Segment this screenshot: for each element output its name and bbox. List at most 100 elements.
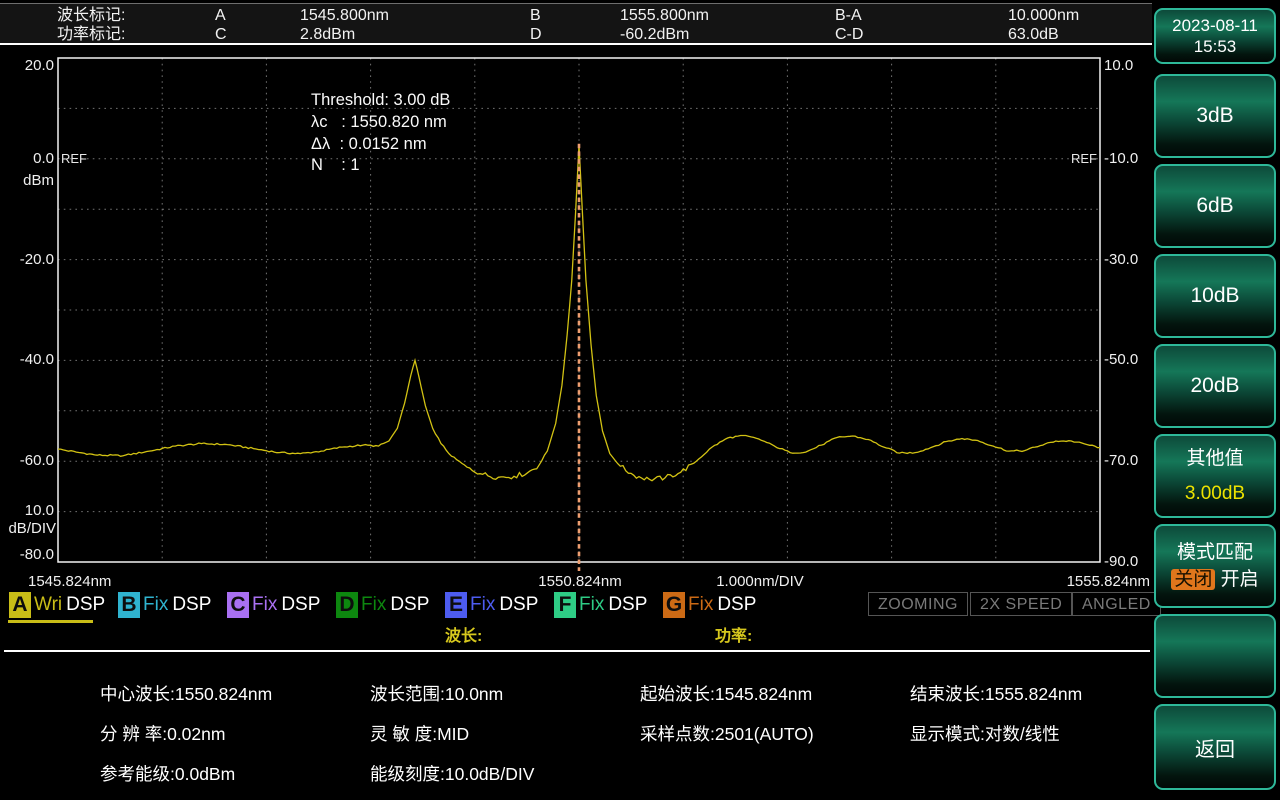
mode-match-on-option[interactable]: 开启 (1221, 569, 1259, 590)
date-text: 2023-08-11 (1172, 15, 1258, 36)
left-tick--20.0: -20.0 (0, 251, 54, 268)
trace-G-mode: Fix (688, 594, 713, 616)
trace-B-mode: Fix (143, 594, 168, 616)
trace-legend-A[interactable]: AWriDSP (9, 592, 105, 618)
trace-B-dsp: DSP (172, 594, 211, 616)
param-sensitivity: 灵 敏 度:MID (370, 724, 469, 745)
spectrum-plot (0, 0, 1152, 592)
datetime-button[interactable]: 2023-08-11 15:53 (1154, 8, 1276, 64)
left-tick--80.0: -80.0 (0, 546, 54, 563)
scale-unit: dB/DIV (0, 520, 56, 537)
left-tick--40.0: -40.0 (0, 351, 54, 368)
param-start-wavelength: 起始波长:1545.824nm (640, 684, 812, 705)
trace-C-mode: Fix (252, 594, 277, 616)
trace-legend-C[interactable]: CFixDSP (227, 592, 320, 618)
button-3db[interactable]: 3dB (1154, 74, 1276, 158)
marker-d-value: -60.2dBm (620, 25, 689, 44)
power-marker-label: 功率标记: (57, 25, 125, 44)
marker-cd-name: C-D (835, 25, 863, 44)
trace-F-mode: Fix (579, 594, 604, 616)
right-tick--90.0: -90.0 (1104, 553, 1156, 570)
trace-E-mode: Fix (470, 594, 495, 616)
section-divider (4, 650, 1150, 652)
trace-legend-B[interactable]: BFixDSP (118, 592, 211, 618)
right-tick--50.0: -50.0 (1104, 351, 1156, 368)
marker-c-name: C (215, 25, 227, 44)
trace-A-dsp: DSP (66, 594, 105, 616)
trace-E-box: E (445, 592, 467, 618)
trace-legend-E[interactable]: EFixDSP (445, 592, 538, 618)
trace-D-box: D (336, 592, 358, 618)
x-axis-end-label: 1555.824nm (1040, 573, 1150, 591)
mode-match-off-option[interactable]: 关闭 (1171, 569, 1215, 590)
mode-match-label: 模式匹配 (1177, 539, 1253, 566)
button-blank[interactable] (1154, 614, 1276, 698)
left-axis-unit: dBm (0, 172, 54, 189)
right-tick--30.0: -30.0 (1104, 251, 1156, 268)
trace-C-dsp: DSP (281, 594, 320, 616)
status-zooming: ZOOMING (868, 592, 968, 616)
ref-marker-left: REF (61, 151, 87, 166)
param-sampling-points: 采样点数:2501(AUTO) (640, 724, 814, 745)
param-level-scale: 能级刻度:10.0dB/DIV (370, 764, 534, 785)
marker-a-value: 1545.800nm (300, 6, 389, 25)
marker-a-name: A (215, 6, 226, 25)
trace-D-dsp: DSP (390, 594, 429, 616)
param-wavelength-span: 波长范围:10.0nm (370, 684, 503, 705)
status-angled: ANGLED (1072, 592, 1161, 616)
right-tick--70.0: -70.0 (1104, 452, 1156, 469)
trace-D-mode: Fix (361, 594, 386, 616)
param-ref-level: 参考能级:0.0dBm (100, 764, 235, 785)
trace-E-dsp: DSP (499, 594, 538, 616)
marker-b-value: 1555.800nm (620, 6, 709, 25)
osa-screen: 波长标记: A 1545.800nm B 1555.800nm B-A 10.0… (0, 0, 1280, 800)
marker-c-value: 2.8dBm (300, 25, 355, 44)
x-axis-center-label: 1550.824nm (500, 573, 660, 591)
trace-legend-D[interactable]: DFixDSP (336, 592, 429, 618)
ref-marker-right: REF (1066, 151, 1097, 166)
param-display-mode: 显示模式:对数/线性 (910, 724, 1060, 745)
wavelength-marker-label: 波长标记: (57, 6, 125, 25)
marker-ba-value: 10.000nm (1008, 6, 1079, 25)
other-value-amount: 3.00dB (1185, 480, 1245, 507)
annotation-threshold: Threshold: 3.00 dB (311, 90, 450, 110)
status-2x-speed: 2X SPEED (970, 592, 1072, 616)
button-6db[interactable]: 6dB (1154, 164, 1276, 248)
right-tick-10.0: 10.0 (1104, 57, 1156, 74)
marker-ba-name: B-A (835, 6, 862, 25)
left-tick-0.0: 0.0 (0, 150, 54, 167)
time-text: 15:53 (1194, 36, 1237, 57)
trace-G-dsp: DSP (717, 594, 756, 616)
button-10db[interactable]: 10dB (1154, 254, 1276, 338)
scale-value: 10.0 (0, 502, 54, 519)
param-stop-wavelength: 结束波长:1555.824nm (910, 684, 1082, 705)
left-tick--60.0: -60.0 (0, 452, 54, 469)
trace-F-dsp: DSP (608, 594, 647, 616)
trace-F-box: F (554, 592, 576, 618)
right-tick--10.0: -10.0 (1104, 150, 1156, 167)
button-20db[interactable]: 20dB (1154, 344, 1276, 428)
button-back[interactable]: 返回 (1154, 704, 1276, 790)
param-resolution: 分 辨 率:0.02nm (100, 724, 225, 745)
trace-legend-F[interactable]: FFixDSP (554, 592, 647, 618)
trace-A-mode: Wri (34, 594, 62, 616)
trace-C-box: C (227, 592, 249, 618)
param-center-wavelength: 中心波长:1550.824nm (100, 684, 272, 705)
trace-A-box: A (9, 592, 31, 618)
marker-d-name: D (530, 25, 542, 44)
x-axis-start-label: 1545.824nm (28, 573, 111, 591)
button-other-value[interactable]: 其他值 3.00dB (1154, 434, 1276, 518)
trace-legend-G[interactable]: GFixDSP (663, 592, 756, 618)
other-value-label: 其他值 (1186, 445, 1243, 472)
trace-B-box: B (118, 592, 140, 618)
annotation-n: N : 1 (311, 155, 360, 175)
wavelength-section-label: 波长: (445, 627, 482, 646)
marker-cd-value: 63.0dB (1008, 25, 1059, 44)
trace-G-box: G (663, 592, 685, 618)
marker-header (0, 3, 1152, 45)
active-trace-underline (8, 620, 93, 623)
left-tick-20.0: 20.0 (0, 57, 54, 74)
annotation-delta-lambda: Δλ : 0.0152 nm (311, 134, 427, 154)
button-mode-match[interactable]: 模式匹配 关闭 开启 (1154, 524, 1276, 608)
marker-b-name: B (530, 6, 541, 25)
